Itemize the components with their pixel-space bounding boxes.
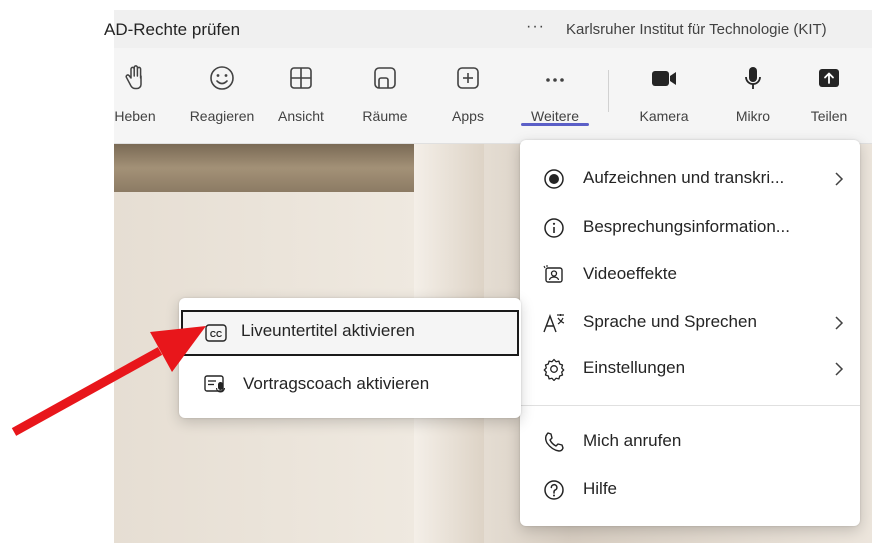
apps-button[interactable]: Apps [448, 64, 488, 134]
menu-item-meeting-info-label: Besprechungsinformation... [583, 217, 790, 236]
share-label: Teilen [810, 108, 848, 124]
view-label: Ansicht [278, 108, 324, 124]
share-button[interactable]: Teilen [804, 64, 854, 134]
camera-button[interactable]: Kamera [630, 64, 698, 134]
raise-hand-button[interactable]: Heben [110, 64, 160, 134]
active-tab-indicator [521, 123, 589, 126]
rooms-label: Räume [362, 108, 408, 124]
phone-icon [544, 432, 564, 452]
submenu-item-live-captions[interactable]: CC Liveuntertitel aktivieren [181, 310, 519, 356]
chevron-right-icon [835, 316, 844, 330]
menu-item-call-me-label: Mich anrufen [583, 431, 682, 450]
language-icon [543, 314, 565, 333]
microphone-label: Mikro [735, 108, 771, 124]
raise-hand-icon [125, 65, 142, 90]
microphone-icon [745, 67, 761, 89]
left-margin [0, 0, 114, 543]
menu-item-meeting-info[interactable]: Besprechungsinformation... [520, 206, 860, 250]
rooms-icon [374, 67, 396, 89]
share-icon [819, 69, 839, 87]
menu-item-help[interactable]: Hilfe [520, 468, 860, 512]
react-button[interactable]: Reagieren [186, 64, 258, 134]
gear-icon [543, 358, 565, 381]
submenu-item-speaker-coach[interactable]: Vortragscoach aktivieren [179, 362, 521, 406]
view-button[interactable]: Ansicht [276, 64, 326, 134]
menu-item-settings[interactable]: Einstellungen [520, 347, 860, 391]
smiley-icon [210, 66, 234, 90]
menu-item-language-speech[interactable]: Sprache und Sprechen [520, 301, 860, 345]
title-more-button[interactable]: ··· [526, 18, 545, 36]
record-icon [544, 169, 564, 189]
organization-name: Karlsruher Institut für Technologie (KIT… [566, 21, 827, 38]
camera-icon [652, 71, 676, 86]
menu-item-video-effects-label: Videoeffekte [583, 264, 677, 283]
more-label: Weitere [531, 108, 579, 124]
help-icon [544, 480, 564, 500]
speaker-coach-label: Vortragscoach aktivieren [243, 374, 430, 393]
info-icon [544, 218, 564, 238]
meeting-title: AD-Rechte prüfen [104, 20, 241, 39]
chevron-right-icon [835, 362, 844, 376]
camera-label: Kamera [639, 108, 689, 124]
add-app-icon [457, 67, 479, 89]
more-button[interactable]: Weitere [521, 64, 589, 134]
menu-item-call-me[interactable]: Mich anrufen [520, 420, 860, 464]
react-label: Reagieren [189, 108, 255, 124]
menu-item-record-label: Aufzeichnen und transkri... [583, 168, 785, 187]
menu-item-settings-label: Einstellungen [583, 358, 686, 377]
title-bar: AD-Rechte prüfen ··· Karlsruher Institut… [104, 10, 872, 48]
grid-view-icon [290, 67, 312, 89]
closed-captions-icon: CC [205, 324, 227, 342]
speaker-coach-icon [204, 375, 226, 393]
menu-item-record[interactable]: Aufzeichnen und transkri... [520, 157, 860, 201]
microphone-button[interactable]: Mikro [728, 64, 778, 134]
apps-label: Apps [452, 108, 484, 124]
meeting-toolbar: Heben Reagieren Ansicht Räume Apps Weite… [114, 48, 872, 144]
menu-divider [520, 405, 860, 406]
more-icon [546, 78, 564, 82]
toolbar-separator [608, 70, 609, 112]
video-effects-icon [543, 265, 563, 283]
language-speech-submenu: CC Liveuntertitel aktivieren Vortragscoa… [179, 298, 521, 418]
menu-item-help-label: Hilfe [583, 479, 618, 498]
menu-item-language-speech-label: Sprache und Sprechen [583, 312, 757, 331]
menu-item-video-effects[interactable]: Videoeffekte [520, 253, 860, 297]
chevron-right-icon [835, 172, 844, 186]
rooms-button[interactable]: Räume [360, 64, 410, 134]
svg-text:CC: CC [210, 329, 222, 339]
live-captions-label: Liveuntertitel aktivieren [241, 321, 415, 340]
video-wooden-beam [114, 144, 444, 192]
raise-hand-label: Heben [114, 108, 156, 124]
more-options-menu: Aufzeichnen und transkri... Besprechungs… [520, 140, 860, 526]
